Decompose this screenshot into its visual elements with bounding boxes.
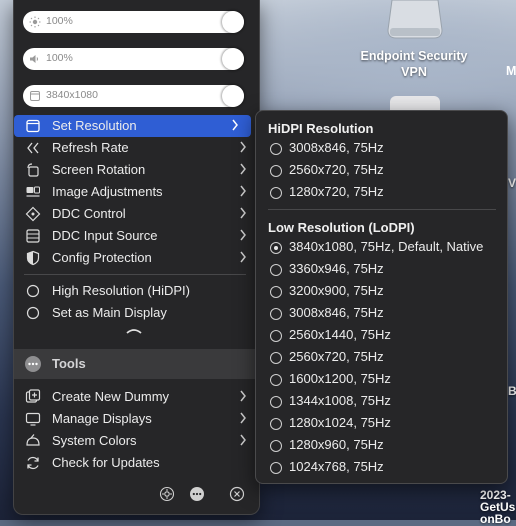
menu-item-manage-displays[interactable]: Manage Displays: [14, 408, 259, 430]
desktop-partial-label: M: [506, 64, 516, 78]
input-source-icon: [26, 229, 40, 243]
resolution-option[interactable]: 1024x768, 75Hz: [256, 457, 507, 479]
menu-item-ddc-input-source[interactable]: DDC Input Source: [14, 225, 259, 247]
ddc-control-icon: [25, 206, 41, 222]
resolution-option[interactable]: 3200x900, 75Hz: [256, 281, 507, 303]
brightness-value: 100%: [46, 15, 73, 27]
resolution-submenu: HiDPI Resolution 3008x846, 75Hz 2560x720…: [255, 110, 508, 484]
resolution-option[interactable]: 2560x720, 75Hz: [256, 160, 507, 182]
menu-item-image-adjustments[interactable]: Image Adjustments: [14, 181, 259, 203]
resolution-slider-knob[interactable]: [222, 85, 244, 107]
adjustments-icon: [26, 186, 40, 197]
radio-icon: [270, 396, 282, 408]
speaker-icon: [30, 55, 38, 63]
toggle-high-resolution[interactable]: High Resolution (HiDPI): [14, 280, 259, 302]
quit-icon[interactable]: [229, 486, 245, 502]
radio-icon: [270, 330, 282, 342]
menu-item-config-protection[interactable]: Config Protection: [14, 247, 259, 269]
resolution-option-selected[interactable]: 3840x1080, 75Hz, Default, Native: [256, 237, 507, 259]
tools-label: Tools: [52, 356, 86, 371]
sun-icon: [29, 16, 41, 28]
more-options-icon[interactable]: [189, 486, 205, 502]
chevron-right-icon: [240, 185, 246, 197]
display-icon: [30, 91, 40, 101]
resolution-value: 3840x1080: [46, 89, 98, 101]
display-menu: 100% 100% 3840x1080 Set Resolution Refre…: [13, 0, 260, 515]
chevron-right-icon: [240, 412, 246, 424]
menu-divider: [24, 274, 246, 275]
radio-icon: [270, 352, 282, 364]
radio-icon: [270, 462, 282, 474]
chevron-right-icon: [240, 141, 246, 153]
menu-item-set-resolution[interactable]: Set Resolution: [14, 115, 251, 137]
radio-icon: [270, 286, 282, 298]
brightness-slider[interactable]: 100%: [23, 11, 244, 33]
chevron-right-icon: [240, 163, 246, 175]
radio-icon: [270, 418, 282, 430]
more-icon: [25, 356, 41, 372]
desktop-partial-label: B: [508, 384, 516, 398]
gear-icon[interactable]: [159, 486, 175, 502]
resolution-option[interactable]: 3008x846, 75Hz: [256, 138, 507, 160]
hidpi-heading: HiDPI Resolution: [268, 121, 374, 136]
radio-icon: [270, 374, 282, 386]
desktop-partial-label: onBo: [480, 512, 511, 526]
resolution-option[interactable]: 1280x1024, 75Hz: [256, 413, 507, 435]
radio-icon: [270, 308, 282, 320]
resolution-option[interactable]: 2560x1440, 75Hz: [256, 325, 507, 347]
display-icon: [26, 119, 40, 133]
radio-selected-icon: [270, 242, 282, 254]
drive-icon[interactable]: [384, 0, 446, 40]
drive-icon-label: Endpoint Security VPN: [360, 49, 468, 79]
radio-icon: [270, 143, 282, 155]
radio-icon: [270, 440, 282, 452]
update-icon: [27, 456, 39, 470]
rotation-icon: [27, 163, 39, 177]
resolution-option[interactable]: 1280x720, 75Hz: [256, 182, 507, 204]
resolution-slider[interactable]: 3840x1080: [23, 85, 244, 107]
desktop-partial-label: V: [508, 176, 516, 190]
chevron-right-icon: [240, 251, 246, 263]
resolution-option[interactable]: 1344x1008, 75Hz: [256, 391, 507, 413]
radio-icon: [270, 165, 282, 177]
collapse-icon[interactable]: [125, 326, 143, 336]
resolution-option[interactable]: 3008x846, 75Hz: [256, 303, 507, 325]
resolution-option[interactable]: 1280x960, 75Hz: [256, 435, 507, 457]
lodpi-heading: Low Resolution (LoDPI): [268, 220, 415, 235]
menu-item-check-for-updates[interactable]: Check for Updates: [14, 452, 259, 474]
toggle-set-main-display[interactable]: Set as Main Display: [14, 302, 259, 324]
resolution-option[interactable]: 1600x1200, 75Hz: [256, 369, 507, 391]
volume-slider[interactable]: 100%: [23, 48, 244, 70]
menu-item-system-colors[interactable]: System Colors: [14, 430, 259, 452]
radio-icon: [270, 187, 282, 199]
volume-value: 100%: [46, 52, 73, 64]
chevron-right-icon: [240, 229, 246, 241]
volume-slider-knob[interactable]: [222, 48, 244, 70]
menu-item-refresh-rate[interactable]: Refresh Rate: [14, 137, 259, 159]
menu-item-ddc-control[interactable]: DDC Control: [14, 203, 259, 225]
resolution-option[interactable]: 3360x946, 75Hz: [256, 259, 507, 281]
monitor-icon: [25, 412, 41, 426]
tools-section-header[interactable]: Tools: [14, 349, 259, 379]
brightness-slider-knob[interactable]: [222, 11, 244, 33]
submenu-divider: [268, 209, 496, 210]
add-display-icon: [25, 389, 41, 403]
radio-icon: [270, 264, 282, 276]
colors-icon: [26, 434, 40, 446]
shield-icon: [26, 250, 40, 266]
chevron-right-icon: [240, 207, 246, 219]
resolution-option[interactable]: 2560x720, 75Hz: [256, 347, 507, 369]
menu-item-create-new-dummy[interactable]: Create New Dummy: [14, 386, 259, 408]
radio-off-icon: [26, 284, 40, 298]
chevron-right-icon: [240, 390, 246, 402]
menu-item-screen-rotation[interactable]: Screen Rotation: [14, 159, 259, 181]
chevron-right-icon: [232, 119, 238, 131]
refresh-rate-icon: [27, 142, 39, 154]
radio-off-icon: [26, 306, 40, 320]
chevron-right-icon: [240, 434, 246, 446]
